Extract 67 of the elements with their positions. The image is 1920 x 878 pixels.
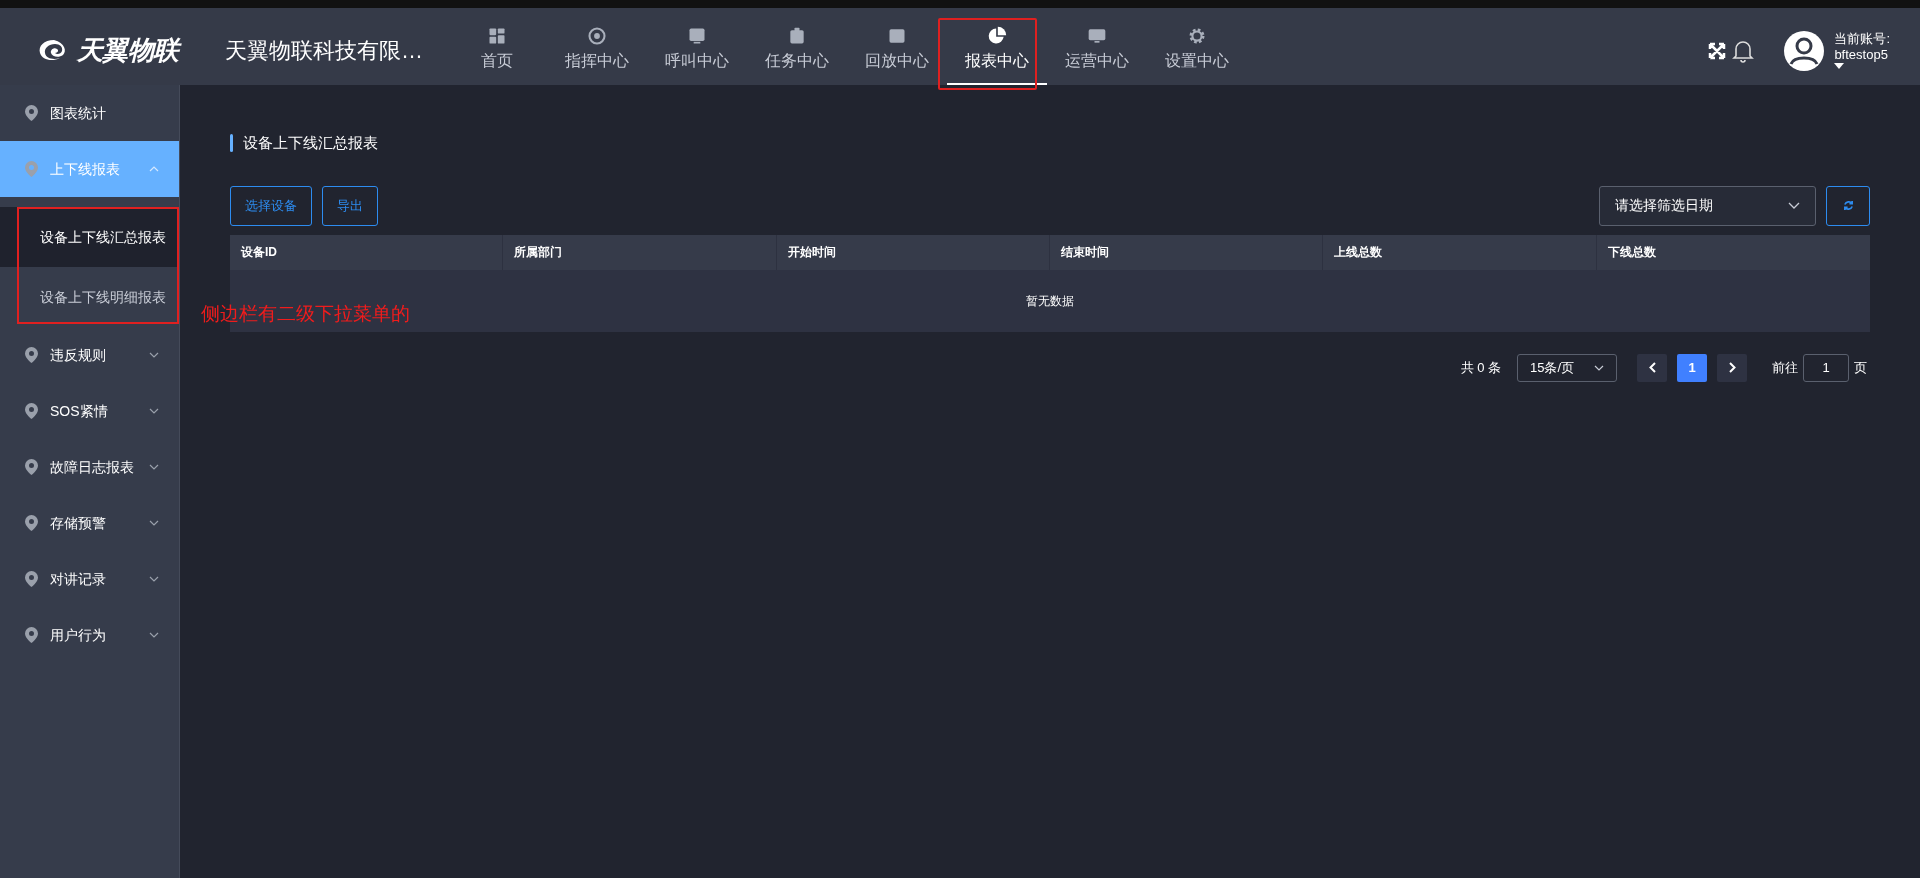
- total-count: 共 0 条: [1460, 358, 1501, 377]
- location-pin-icon: [25, 403, 38, 419]
- nav-tab[interactable]: 设置中心: [1147, 16, 1247, 85]
- submenu-item[interactable]: 设备上下线汇总报表: [0, 207, 179, 267]
- toolbar-button[interactable]: 选择设备: [230, 185, 312, 226]
- company-name: 天翼物联科技有限…: [225, 37, 424, 65]
- sidebar-item[interactable]: 图表统计: [0, 85, 179, 141]
- refresh-button[interactable]: [1826, 185, 1870, 226]
- screen-icon: [687, 26, 707, 46]
- sidebar-item[interactable]: 用户行为: [0, 607, 179, 663]
- page-title: 设备上下线汇总报表: [243, 133, 378, 153]
- location-pin-icon: [25, 571, 38, 587]
- video-icon: [887, 26, 907, 46]
- column-header: 下线总数: [1606, 244, 1657, 261]
- chevron-down-icon: [1594, 364, 1604, 371]
- target-icon: [587, 26, 607, 46]
- sidebar-item[interactable]: 违反规则: [0, 327, 179, 383]
- nav-tab[interactable]: 呼叫中心: [647, 16, 747, 85]
- column-header: 上线总数: [1323, 234, 1597, 270]
- notification-bell-icon[interactable]: [1732, 38, 1755, 63]
- refresh-icon: [1842, 200, 1854, 211]
- pie-chart-icon: [987, 26, 1007, 46]
- location-pin-icon: [25, 515, 38, 531]
- grid-icon: [487, 26, 507, 46]
- title-accent-bar: [230, 134, 233, 153]
- location-pin-icon: [25, 161, 38, 177]
- chevron-down-icon: [1788, 202, 1800, 209]
- next-page-button[interactable]: [1717, 353, 1747, 382]
- column-header: 设备ID: [230, 234, 504, 270]
- nav-tab[interactable]: 运营中心: [1047, 16, 1147, 85]
- annotation-text: 侧边栏有二级下拉菜单的: [201, 302, 410, 326]
- column-header: 所属部门: [503, 234, 777, 270]
- location-pin-icon: [25, 347, 38, 363]
- empty-text: 暂无数据: [1026, 292, 1074, 310]
- sidebar-item[interactable]: 存储预警: [0, 495, 179, 551]
- column-header: 结束时间: [1050, 234, 1324, 270]
- settings-icon: [1187, 26, 1207, 46]
- location-pin-icon: [25, 627, 38, 643]
- avatar-icon[interactable]: [1784, 30, 1825, 71]
- caret-icon[interactable]: [1834, 63, 1845, 70]
- nav-tab[interactable]: 回放中心: [847, 16, 947, 85]
- chevron-left-icon: [1648, 362, 1656, 373]
- location-pin-icon: [25, 105, 38, 121]
- fullscreen-icon[interactable]: [1708, 41, 1727, 60]
- column-header: 开始时间: [776, 234, 1050, 270]
- goto-suffix: 页: [1854, 358, 1867, 377]
- nav-tab[interactable]: 报表中心: [947, 16, 1047, 85]
- page-size-select[interactable]: 15条/页: [1517, 353, 1617, 382]
- account-label: 当前账号:: [1834, 31, 1890, 47]
- sidebar-item[interactable]: SOS紧情: [0, 383, 179, 439]
- page-button[interactable]: 1: [1677, 353, 1707, 382]
- sidebar-item[interactable]: 故障日志报表: [0, 439, 179, 495]
- monitor-icon: [1087, 26, 1107, 46]
- nav-tab[interactable]: 首页: [447, 16, 547, 85]
- sidebar-item[interactable]: 对讲记录: [0, 551, 179, 607]
- nav-tab[interactable]: 任务中心: [747, 16, 847, 85]
- nav-tab[interactable]: 指挥中心: [547, 16, 647, 85]
- goto-label: 前往: [1772, 358, 1798, 377]
- date-select[interactable]: 请选择筛选日期: [1599, 185, 1816, 226]
- submenu-item[interactable]: 设备上下线明细报表: [0, 267, 179, 327]
- goto-page-field[interactable]: 1: [1803, 353, 1849, 382]
- chevron-right-icon: [1728, 362, 1736, 373]
- account-name: bftestop5: [1834, 47, 1889, 63]
- previous-page-button[interactable]: [1637, 353, 1667, 382]
- clipboard-icon: [787, 26, 807, 46]
- toolbar-button[interactable]: 导出: [322, 185, 378, 226]
- location-pin-icon: [25, 459, 38, 475]
